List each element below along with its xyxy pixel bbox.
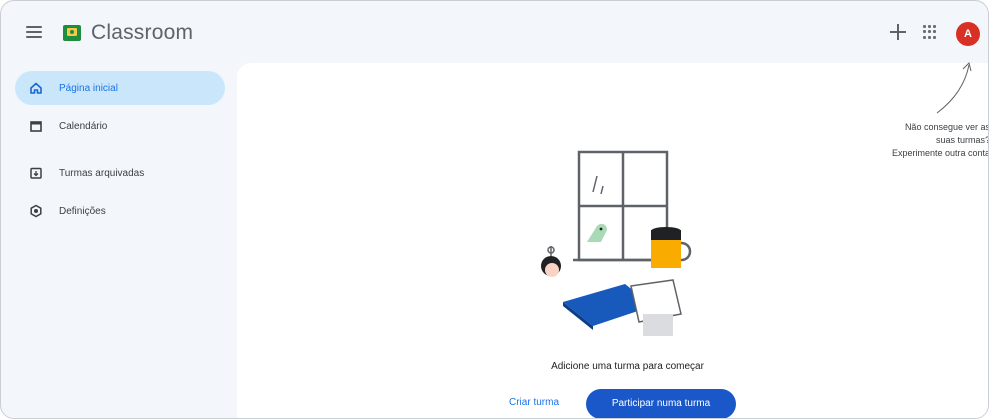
hint-line: suas turmas? [935,135,989,145]
join-class-button[interactable]: Participar numa turma [586,389,736,418]
home-icon [29,81,43,95]
apps-grid-icon[interactable] [923,25,937,39]
hint-line: Não consegue ver as [904,122,989,132]
sidebar-item-label: Calendário [59,120,108,132]
sidebar-item-label: Turmas arquivadas [59,167,145,179]
gear-icon [29,204,43,218]
sidebar-item-calendar[interactable]: Calendário [15,109,225,143]
empty-state-message: Adicione uma turma para começar [1,361,988,372]
create-class-button[interactable]: Criar turma [509,397,559,408]
hint-arrow-icon [936,62,972,114]
account-avatar[interactable]: A [956,22,980,46]
hint-line: Experimente outra conta [891,148,989,158]
archive-icon [29,166,43,180]
empty-state-text: Adicione uma turma para começar [551,361,704,372]
sidebar-item-home[interactable]: Página inicial [15,71,225,105]
switch-account-hint: Não consegue ver as suas turmas? Experim… [831,121,989,160]
sidebar-item-label: Definições [59,205,106,217]
menu-icon[interactable] [23,23,45,41]
calendar-icon [29,119,43,133]
app-title[interactable]: Classroom [91,21,193,45]
top-app-bar: Classroom A [1,1,988,63]
classroom-window: Classroom A Página inicial Calendário Tu… [0,0,989,419]
sidebar-item-label: Página inicial [59,82,118,94]
sidebar-item-archived[interactable]: Turmas arquivadas [15,156,225,190]
classroom-logo-icon[interactable] [63,25,81,41]
sidebar-item-settings[interactable]: Definições [15,194,225,228]
create-or-join-plus-icon[interactable] [887,21,909,43]
empty-classroom-illustration [541,150,692,336]
